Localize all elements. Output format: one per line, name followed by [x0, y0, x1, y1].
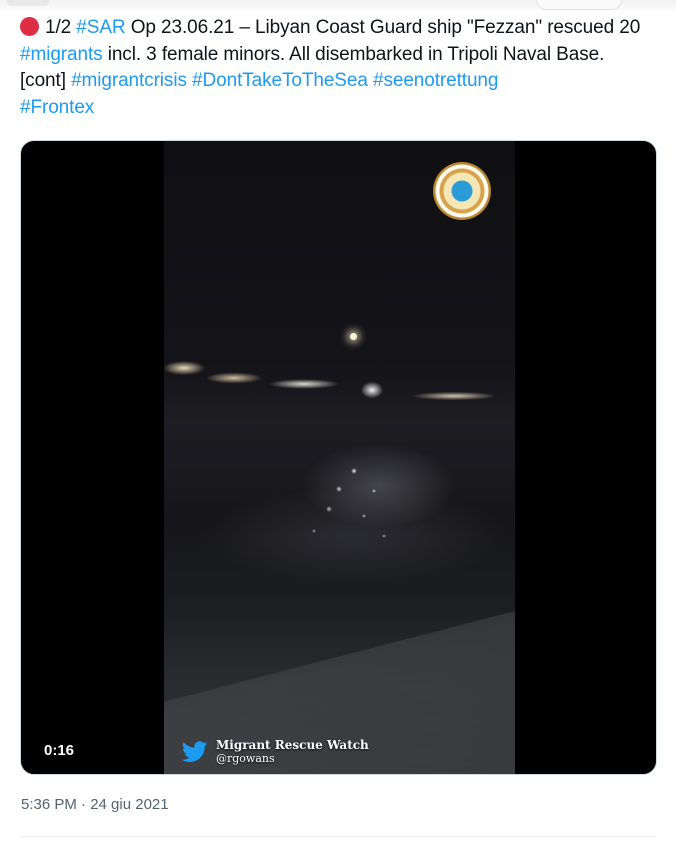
- hashtag-donttaketothesea[interactable]: #DontTakeToTheSea: [192, 70, 368, 91]
- avatar-fragment: [6, 0, 50, 6]
- hashtag-frontex[interactable]: #Frontex: [20, 97, 94, 118]
- distant-light: [350, 333, 357, 340]
- twitter-bird-icon: [182, 741, 208, 762]
- video-watermark: Migrant Rescue Watch @rgowans: [182, 738, 369, 766]
- video-duration: 0:16: [44, 742, 75, 759]
- coast-guard-emblem-icon: [433, 162, 491, 220]
- hashtag-seenotrettung[interactable]: #seenotrettung: [373, 70, 498, 91]
- watermark-name: Migrant Rescue Watch: [216, 738, 369, 752]
- shoreline-lights: [164, 356, 515, 406]
- hashtag-migrantcrisis[interactable]: #migrantcrisis: [71, 70, 187, 91]
- video-frame: [164, 141, 515, 774]
- previous-header-fade: [0, 0, 676, 14]
- hashtag-migrants[interactable]: #migrants: [20, 44, 103, 65]
- watermark-handle: @rgowans: [216, 752, 275, 765]
- tweet-part: Op 23.06.21 – Libyan Coast Guard ship "F…: [125, 17, 641, 38]
- tweet-text: 1/2 #SAR Op 23.06.21 – Libyan Coast Guar…: [20, 15, 650, 121]
- red-circle-icon: [20, 17, 39, 36]
- follow-button-fragment[interactable]: [536, 0, 622, 10]
- water-reflections: [294, 461, 404, 551]
- tweet-timestamp[interactable]: 5:36 PM · 24 giu 2021: [21, 796, 169, 813]
- video-player[interactable]: 0:16 Migrant Rescue Watch @rgowans: [20, 140, 657, 775]
- tweet-part: 1/2: [45, 17, 77, 38]
- divider: [20, 836, 656, 837]
- hashtag-sar[interactable]: #SAR: [76, 17, 125, 38]
